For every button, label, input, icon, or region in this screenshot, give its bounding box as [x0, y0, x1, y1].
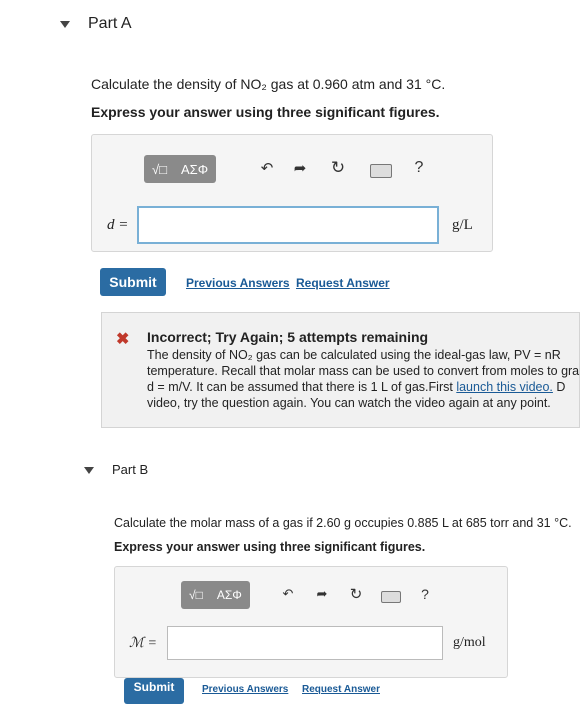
part-b-title[interactable]: Part B — [112, 462, 148, 477]
part-b-submit-button[interactable]: Submit — [124, 678, 184, 704]
part-b-keyboard-icon[interactable] — [381, 591, 401, 603]
feedback-line-3: d = m/V. It can be assumed that there is… — [147, 379, 565, 395]
feedback-line-3-tail: D — [552, 380, 566, 394]
part-a-unit: g/L — [452, 217, 473, 233]
feedback-title: Incorrect; Try Again; 5 attempts remaini… — [147, 329, 429, 345]
collapse-caret-icon[interactable] — [60, 21, 70, 28]
feedback-line-2: temperature. Recall that molar mass can … — [147, 364, 580, 378]
part-b-template-group: √□ ΑΣΦ — [181, 581, 250, 609]
part-b-request-answer-link[interactable]: Request Answer — [302, 684, 380, 695]
part-a-feedback-box: ✖ Incorrect; Try Again; 5 attempts remai… — [101, 312, 580, 428]
part-b-undo-icon[interactable]: ↶ — [279, 585, 297, 603]
part-a-answer-input[interactable] — [137, 206, 439, 244]
part-b-previous-answers-link[interactable]: Previous Answers — [202, 684, 288, 695]
part-b-redo-icon[interactable]: ➦ — [313, 585, 331, 603]
help-button[interactable]: ? — [412, 158, 426, 178]
undo-icon[interactable]: ↶ — [257, 158, 277, 178]
part-b-variable-label: ℳ = — [129, 636, 157, 651]
part-a-instruction: Express your answer using three signific… — [91, 104, 440, 120]
launch-video-link[interactable]: launch this video. — [456, 380, 553, 394]
greek-symbols-button[interactable]: ΑΣΦ — [175, 157, 214, 181]
part-a-request-answer-link[interactable]: Request Answer — [296, 276, 390, 290]
part-a-answer-box: √□ ΑΣΦ ↶ ➦ ↻ ? d = g/L — [91, 134, 493, 252]
templates-button[interactable]: √□ — [146, 157, 173, 181]
part-a-title[interactable]: Part A — [88, 15, 132, 33]
part-b-answer-box: √□ ΑΣΦ ↶ ➦ ↻ ? ℳ = g/mol — [114, 566, 508, 678]
incorrect-x-icon: ✖ — [116, 331, 130, 348]
keyboard-icon[interactable] — [370, 164, 392, 178]
part-b-unit: g/mol — [453, 635, 486, 650]
part-a-template-group: √□ ΑΣΦ — [144, 155, 217, 183]
feedback-line-4: video, try the question again. You can w… — [147, 396, 551, 410]
part-a-question: Calculate the density of NO₂ gas at 0.96… — [91, 76, 446, 92]
part-a-math-toolbar: √□ ΑΣΦ — [144, 155, 217, 183]
part-b-instruction: Express your answer using three signific… — [114, 540, 426, 554]
part-b-question: Calculate the molar mass of a gas if 2.6… — [114, 516, 572, 530]
redo-icon[interactable]: ➦ — [290, 158, 310, 178]
reset-icon[interactable]: ↻ — [328, 158, 348, 178]
part-a-submit-button[interactable]: Submit — [100, 268, 166, 296]
feedback-line-3-text: d = m/V. It can be assumed that there is… — [147, 380, 457, 394]
part-a-variable-label: d = — [107, 217, 129, 233]
part-b-greek-symbols-button[interactable]: ΑΣΦ — [211, 583, 248, 607]
part-a-previous-answers-link[interactable]: Previous Answers — [186, 276, 290, 290]
part-b-collapse-caret-icon[interactable] — [84, 467, 94, 474]
part-b-templates-button[interactable]: √□ — [183, 583, 209, 607]
part-b-reset-icon[interactable]: ↻ — [347, 585, 365, 603]
part-b-help-button[interactable]: ? — [419, 585, 431, 603]
part-b-answer-input[interactable] — [167, 626, 443, 660]
feedback-line-1: The density of NO₂ gas can be calculated… — [147, 348, 561, 362]
part-b-math-toolbar: √□ ΑΣΦ — [181, 581, 250, 609]
